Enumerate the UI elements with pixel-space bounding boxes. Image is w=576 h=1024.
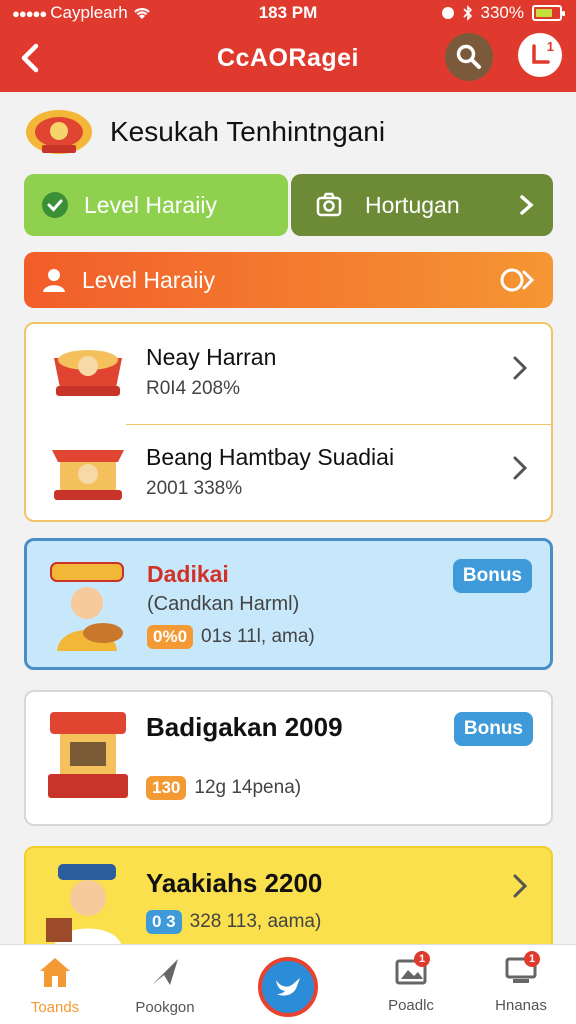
promo-subtitle: (Candkan Harml) bbox=[147, 593, 300, 615]
bonus-badge: Bonus bbox=[453, 712, 533, 746]
bird-icon bbox=[276, 978, 300, 996]
notification-count: 1 bbox=[546, 39, 554, 54]
trophy-badge-icon bbox=[26, 110, 92, 154]
chevron-right-icon bbox=[513, 456, 528, 480]
search-icon bbox=[456, 44, 481, 69]
chevron-right-icon bbox=[513, 356, 528, 380]
list-item[interactable]: Beang Hamtbay Suadiai 2001 338% bbox=[26, 424, 551, 524]
chef-illustration-icon bbox=[50, 562, 124, 651]
top-bar: ●●●●● Cayplearh 183 PM 330% CcAORagei 1 bbox=[0, 0, 576, 92]
promo-title: Dadikai bbox=[147, 561, 229, 587]
camera-icon bbox=[316, 192, 342, 217]
home-icon bbox=[40, 958, 70, 987]
nav-item-monitor[interactable]: 1 Hnanas bbox=[466, 951, 576, 1014]
list-item-subtitle: R0I4 208% bbox=[146, 378, 241, 399]
nav-badge: 1 bbox=[414, 951, 430, 967]
list-item-subtitle: 2001 338% bbox=[146, 478, 243, 499]
nav-label: Pookgon bbox=[135, 999, 195, 1016]
list-item[interactable]: Neay Harran R0I4 208% bbox=[26, 324, 551, 424]
promo-tag: 130 bbox=[146, 776, 187, 800]
nav-center-button[interactable] bbox=[258, 957, 318, 1017]
promo-title: Badigakan 2009 bbox=[146, 712, 343, 742]
list-item-title: Beang Hamtbay Suadiai bbox=[146, 444, 395, 470]
level-banner-label: Level Haraiiy bbox=[82, 266, 215, 293]
battery-icon bbox=[532, 5, 565, 21]
level-tab-button[interactable]: Level Haraiiy bbox=[24, 174, 288, 236]
user-icon bbox=[43, 269, 65, 292]
page-header: Kesukah Tenhintngani bbox=[24, 104, 385, 160]
chevron-right-icon bbox=[513, 874, 528, 898]
nav-item-home[interactable]: Toands bbox=[0, 955, 110, 1016]
level-tab-label: Level Haraiiy bbox=[84, 191, 217, 218]
nav-badge: 1 bbox=[524, 951, 540, 967]
nav-label: Poadlc bbox=[388, 997, 434, 1014]
status-bar: ●●●●● Cayplearh 183 PM 330% bbox=[0, 0, 576, 26]
secondary-tab-label: Hortugan bbox=[365, 191, 460, 218]
search-button[interactable] bbox=[445, 33, 493, 81]
location-icon bbox=[441, 7, 454, 19]
bluetooth-icon bbox=[462, 5, 472, 21]
bottom-nav: Toands Pookgon 1 Poadlc 1 Hnanas bbox=[0, 944, 576, 1024]
promo-detail-row: 130 12g 14pena) bbox=[146, 776, 301, 800]
promo-detail: 01s 11l, ama) bbox=[201, 626, 315, 647]
nav-item-gallery[interactable]: 1 Poadlc bbox=[356, 951, 466, 1014]
promo-tag: 0%0 bbox=[147, 625, 194, 649]
send-icon bbox=[152, 959, 178, 985]
chevron-right-icon bbox=[520, 195, 534, 215]
nav-label: Toands bbox=[30, 999, 80, 1016]
list-item-title: Neay Harran bbox=[146, 344, 277, 370]
dish-illustration-icon bbox=[54, 350, 122, 396]
notification-button[interactable]: 1 bbox=[518, 33, 562, 77]
promo-tag: 0 3 bbox=[146, 910, 182, 934]
battery-percent: 330% bbox=[480, 3, 524, 22]
arrow-circle-icon bbox=[500, 268, 535, 292]
promo-title: Yaakiahs 2200 bbox=[146, 868, 323, 898]
promo-detail: 12g 14pena) bbox=[194, 777, 302, 798]
bonus-badge: Bonus bbox=[452, 559, 532, 593]
promo-card[interactable]: Badigakan 2009 130 12g 14pena) Bonus bbox=[24, 690, 553, 826]
page-title: Kesukah Tenhintngani bbox=[110, 116, 386, 147]
chef-character-icon bbox=[46, 864, 122, 948]
nav-item-send[interactable]: Pookgon bbox=[110, 955, 220, 1016]
nav-label: Hnanas bbox=[495, 997, 547, 1014]
promo-detail-row: 0%0 01s 11l, ama) bbox=[147, 625, 315, 649]
promo-detail: 328 113, aama) bbox=[189, 911, 322, 932]
check-circle-icon bbox=[42, 192, 68, 218]
secondary-tab-button[interactable]: Hortugan bbox=[291, 174, 553, 236]
promo-detail-row: 0 3 328 113, aama) bbox=[146, 910, 321, 934]
market-stall-icon bbox=[52, 450, 124, 500]
promo-card[interactable]: Dadikai (Candkan Harml) 0%0 01s 11l, ama)… bbox=[24, 538, 553, 670]
shop-illustration-icon bbox=[48, 712, 128, 798]
list-group-card: Neay Harran R0I4 208% Beang Hamtbay Suad… bbox=[24, 322, 553, 522]
app-bar: CcAORagei 1 bbox=[0, 28, 576, 88]
level-banner[interactable]: Level Haraiiy bbox=[24, 252, 553, 308]
